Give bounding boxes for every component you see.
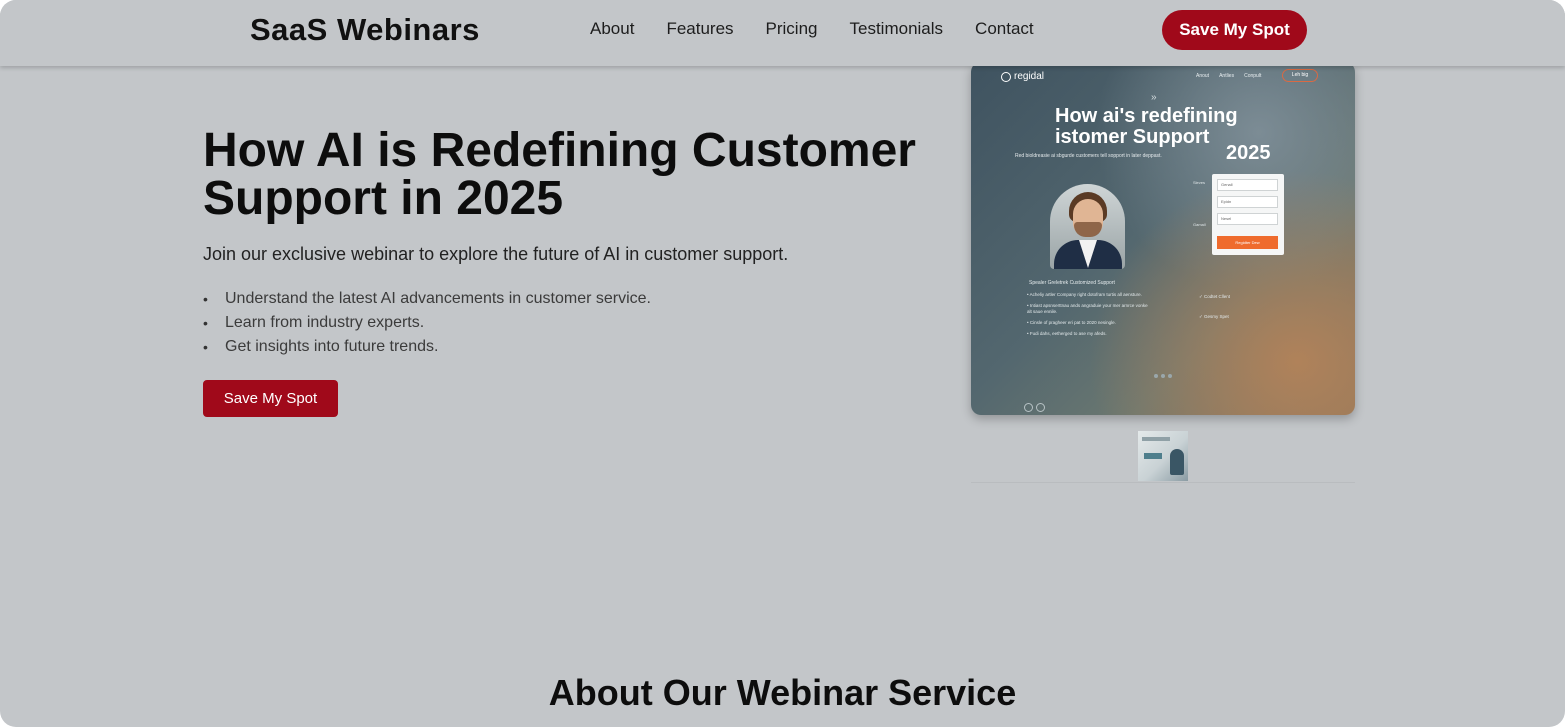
- list-item: • Get insights into future trends.: [203, 335, 651, 359]
- preview-subtitle: Red bioldreasie ai sbgurde customers tel…: [1015, 153, 1162, 159]
- check-item: ✓ Codtet Cllent: [1199, 294, 1231, 299]
- thumb-bar: [1142, 437, 1170, 441]
- header-save-spot-button[interactable]: Save My Spot: [1162, 10, 1307, 50]
- preview-chevron-icon: »: [1151, 92, 1157, 103]
- portrait-beard: [1074, 222, 1102, 237]
- nav-about[interactable]: About: [590, 19, 634, 39]
- page-frame: SaaS Webinars About Features Pricing Tes…: [0, 0, 1565, 727]
- preview-form-field: Genall: [1217, 179, 1278, 191]
- dot-icon: [1168, 374, 1172, 378]
- preview-checks: ✓ Codtet Cllent ✓ Gesmy Spet: [1199, 294, 1230, 334]
- dot-icon: [1161, 374, 1165, 378]
- webinar-preview-image[interactable]: regidal Anout Antlies Conpult Leh big » …: [971, 62, 1355, 415]
- list-item: • Intiast apsnserttnau ands angraduie yo…: [1027, 303, 1148, 314]
- bullet-icon: •: [203, 339, 208, 355]
- bullet-icon: •: [203, 315, 208, 331]
- brand-logo[interactable]: SaaS Webinars: [250, 12, 480, 48]
- preview-pill-button: Leh big: [1282, 69, 1318, 82]
- preview-list-text: Fudi dahs, eetherged to ase my afeds.: [1029, 331, 1107, 336]
- preview-nav-item: Anout: [1196, 73, 1210, 79]
- list-item: • Fudi dahs, eetherged to ase my afeds.: [1027, 331, 1107, 336]
- circle-icon: [1036, 403, 1045, 412]
- preview-form-label: Sleves: [1193, 180, 1206, 185]
- main-nav: About Features Pricing Testimonials Cont…: [590, 19, 1034, 39]
- preview-nav: Anout Antlies Conpult: [1196, 73, 1261, 79]
- preview-list-text: Cinsle of pragheer eri pat to 2020 nesin…: [1029, 320, 1116, 325]
- list-item: • Acheliy artler Company right dotofram …: [1027, 292, 1142, 297]
- check-item: ✓ Gesmy Spet: [1199, 314, 1229, 319]
- hero-subtitle: Join our exclusive webinar to explore th…: [203, 244, 789, 264]
- hero-save-spot-button[interactable]: Save My Spot: [203, 380, 338, 417]
- preview-circle-icons: [1024, 403, 1045, 412]
- preview-nav-item: Antlies: [1219, 73, 1235, 79]
- bullet-text: Learn from industry experts.: [225, 314, 425, 331]
- nav-pricing[interactable]: Pricing: [766, 19, 818, 39]
- nav-contact[interactable]: Contact: [975, 19, 1034, 39]
- dot-icon: [1154, 374, 1158, 378]
- preview-list-heading: Spealer Greletrek Customized Support: [1029, 280, 1115, 286]
- preview-register-button: Regidter Dew: [1217, 236, 1278, 249]
- preview-list-text: Acheliy artler Company right dotofram tu…: [1029, 292, 1142, 297]
- logo-ring-icon: [1001, 71, 1011, 82]
- preview-thumbnail[interactable]: [1138, 431, 1188, 481]
- list-item: • Cinsle of pragheer eri pat to 2020 nes…: [1027, 320, 1116, 325]
- preview-form-label: Gamall: [1193, 222, 1206, 227]
- about-section-title: About Our Webinar Service: [548, 672, 1017, 713]
- preview-pagination-dots: [1154, 374, 1172, 378]
- preview-logo-text: regidal: [1014, 71, 1045, 82]
- preview-registration-form: Genall Epidn Nesel Regidter Dew: [1212, 174, 1284, 255]
- circle-icon: [1024, 403, 1033, 412]
- speaker-portrait: [1050, 184, 1125, 269]
- bullet-icon: •: [203, 291, 208, 307]
- hero-bullet-list: • Understand the latest AI advancements i…: [203, 287, 651, 359]
- bullet-text: Get insights into future trends.: [225, 338, 439, 355]
- preview-year: 2025: [1226, 142, 1271, 164]
- site-header: SaaS Webinars About Features Pricing Tes…: [0, 0, 1565, 66]
- check-text: Codtet Cllent: [1204, 294, 1231, 299]
- preview-form-field: Epidn: [1217, 196, 1278, 208]
- hero-title: How AI is Redefining Customer Support in…: [203, 124, 916, 225]
- bullet-text: Understand the latest AI advancements in…: [225, 290, 651, 307]
- thumb-figure: [1170, 449, 1184, 475]
- preview-logo: regidal: [1001, 71, 1044, 82]
- nav-testimonials[interactable]: Testimonials: [850, 19, 944, 39]
- thumb-block: [1144, 453, 1162, 459]
- list-item: • Learn from industry experts.: [203, 311, 651, 335]
- preview-form-field: Nesel: [1217, 213, 1278, 225]
- thumbnail-divider: [971, 482, 1355, 483]
- check-text: Gesmy Spet: [1204, 314, 1229, 319]
- preview-nav-item: Conpult: [1244, 73, 1262, 79]
- nav-features[interactable]: Features: [666, 19, 733, 39]
- preview-list-text: Intiast apsnserttnau ands angraduie your…: [1027, 303, 1148, 314]
- list-item: • Understand the latest AI advancements i…: [203, 287, 651, 311]
- preview-list: • Acheliy artler Company right dotofram …: [1027, 292, 1152, 342]
